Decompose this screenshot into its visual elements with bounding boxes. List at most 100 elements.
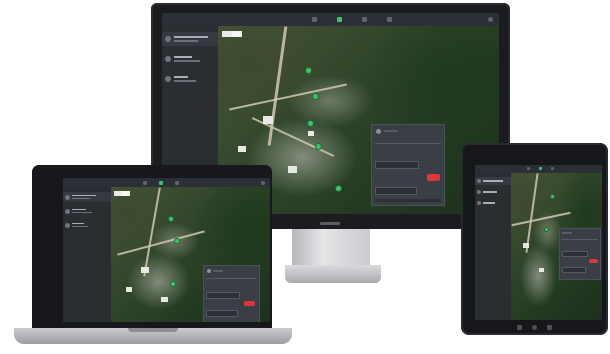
map-building xyxy=(126,287,132,292)
panel-divider xyxy=(206,278,256,279)
satellite-map[interactable] xyxy=(511,173,602,320)
laptop-trackpad-notch xyxy=(128,328,178,332)
map-building xyxy=(263,116,273,124)
avatar-icon xyxy=(65,194,70,200)
map-marker[interactable] xyxy=(169,217,173,221)
zoom-out-button[interactable] xyxy=(232,31,242,37)
detail-panel xyxy=(559,228,601,280)
settings-icon[interactable] xyxy=(362,17,367,22)
list-icon[interactable] xyxy=(143,181,147,185)
panel-field[interactable] xyxy=(562,267,586,273)
app-ui xyxy=(475,165,602,320)
recent-apps-icon[interactable] xyxy=(547,325,552,330)
user-icon[interactable] xyxy=(488,17,493,22)
settings-icon[interactable] xyxy=(551,167,554,170)
laptop-screen xyxy=(63,178,270,322)
laptop-device xyxy=(32,165,272,328)
map-building xyxy=(141,267,149,273)
sidebar-item-title-bar xyxy=(174,76,188,79)
map-marker[interactable] xyxy=(316,144,321,149)
map-building xyxy=(288,166,297,173)
panel-field[interactable] xyxy=(206,310,238,317)
panel-field[interactable] xyxy=(375,187,417,195)
map-marker[interactable] xyxy=(306,68,311,73)
sidebar-item-title-bar xyxy=(72,222,84,225)
zoom-controls xyxy=(114,191,130,196)
sidebar-item[interactable] xyxy=(475,188,511,196)
map-marker[interactable] xyxy=(551,195,554,198)
map-pin-icon[interactable] xyxy=(337,17,342,22)
home-icon[interactable] xyxy=(532,325,537,330)
settings-icon[interactable] xyxy=(175,181,179,185)
panel-divider xyxy=(375,143,441,144)
panel-field[interactable] xyxy=(375,161,419,169)
panel-avatar-icon xyxy=(376,129,381,134)
panel-title-bar xyxy=(562,232,572,234)
tablet-nav-buttons xyxy=(517,325,553,331)
sidebar-item[interactable] xyxy=(475,199,511,207)
map-building xyxy=(238,146,246,152)
panel-field[interactable] xyxy=(562,251,588,257)
map-marker[interactable] xyxy=(175,239,179,243)
sidebar-item-title-bar xyxy=(483,202,495,204)
sidebar-item-title-bar xyxy=(174,56,192,59)
map-marker[interactable] xyxy=(313,94,318,99)
list-icon[interactable] xyxy=(527,167,530,170)
monitor-logo xyxy=(320,222,340,225)
map-road xyxy=(511,211,571,226)
sidebar-item[interactable] xyxy=(63,220,111,230)
sidebar-item-title-bar xyxy=(72,194,96,197)
avatar-icon xyxy=(477,190,481,194)
sidebar-item[interactable] xyxy=(162,52,218,66)
satellite-map[interactable] xyxy=(111,187,270,322)
map-building xyxy=(523,243,529,248)
map-road xyxy=(117,230,205,256)
back-icon[interactable] xyxy=(517,325,522,330)
message-input[interactable] xyxy=(375,199,441,202)
map-road xyxy=(229,83,347,111)
map-marker[interactable] xyxy=(545,228,548,231)
avatar-icon xyxy=(65,222,70,228)
user-icon[interactable] xyxy=(261,181,265,185)
panel-title-bar xyxy=(213,270,223,272)
sidebar-item-subtitle-bar xyxy=(72,212,92,214)
zoom-in-button[interactable] xyxy=(222,31,232,37)
map-marker[interactable] xyxy=(171,282,175,286)
search-icon[interactable] xyxy=(387,17,392,22)
zoom-out-button[interactable] xyxy=(122,191,130,196)
tablet-device xyxy=(461,143,608,335)
sidebar-item-title-bar xyxy=(174,36,208,39)
detail-panel xyxy=(371,124,445,206)
sidebar-item-title-bar xyxy=(483,180,503,182)
sidebar-item[interactable] xyxy=(63,192,111,202)
monitor-stand-base xyxy=(285,265,381,283)
tab-icons xyxy=(143,181,179,185)
sidebar-item[interactable] xyxy=(475,177,511,185)
sidebar-item-subtitle-bar xyxy=(174,60,200,62)
sidebar-item-subtitle-bar xyxy=(72,198,90,200)
app-topbar xyxy=(162,13,499,27)
sidebar-item[interactable] xyxy=(162,32,218,46)
panel-divider xyxy=(562,239,598,240)
map-pin-icon[interactable] xyxy=(159,181,163,185)
map-marker[interactable] xyxy=(336,186,341,191)
alert-button[interactable] xyxy=(589,259,598,263)
avatar-icon xyxy=(165,76,171,82)
sidebar-item-subtitle-bar xyxy=(72,226,88,228)
app-ui xyxy=(63,178,270,322)
zoom-in-button[interactable] xyxy=(114,191,122,196)
alert-button[interactable] xyxy=(427,174,440,181)
list-icon[interactable] xyxy=(312,17,317,22)
map-building xyxy=(539,268,544,272)
panel-field[interactable] xyxy=(206,292,240,299)
map-marker[interactable] xyxy=(308,121,313,126)
panel-title-bar xyxy=(384,130,398,132)
sidebar-item-subtitle-bar xyxy=(174,40,198,42)
avatar-icon xyxy=(477,179,481,183)
sidebar-item[interactable] xyxy=(162,72,218,86)
map-pin-icon[interactable] xyxy=(539,167,542,170)
avatar-icon xyxy=(165,56,171,62)
sidebar-item[interactable] xyxy=(63,206,111,216)
sidebar-item-subtitle-bar xyxy=(174,80,196,82)
alert-button[interactable] xyxy=(244,301,255,306)
